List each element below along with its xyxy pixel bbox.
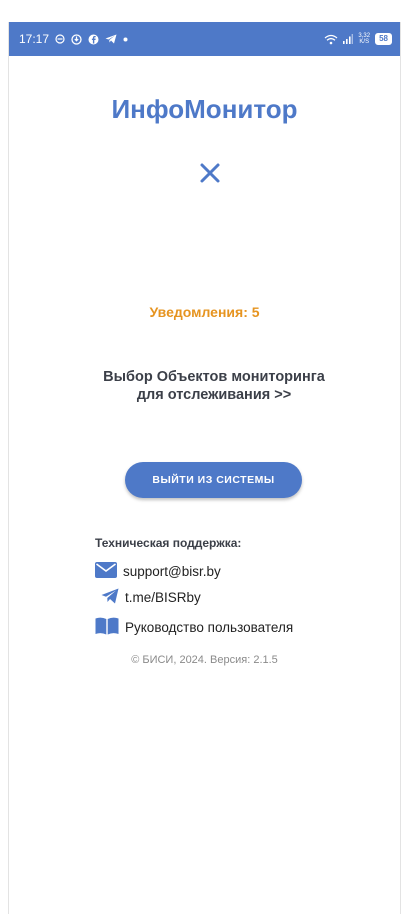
book-icon xyxy=(95,617,119,638)
battery-indicator: 58 xyxy=(375,33,392,45)
status-bar: 17:17 3,32 K/S 58 xyxy=(9,22,400,56)
status-bar-right: 3,32 K/S 58 xyxy=(324,33,392,45)
signal-icon xyxy=(343,34,354,44)
telegram-icon xyxy=(101,588,119,607)
select-monitoring-objects-link[interactable]: Выбор Объектов мониторинга для отслежива… xyxy=(69,368,359,404)
copyright-version: © БИСИ, 2024. Версия: 2.1.5 xyxy=(131,654,278,666)
network-speed: 3,32 K/S xyxy=(358,33,370,45)
select-objects-line1: Выбор Объектов мониторинга xyxy=(103,369,325,385)
clock: 17:17 xyxy=(19,32,50,46)
facebook-icon xyxy=(88,34,99,45)
vpn-icon xyxy=(71,33,82,45)
app-title: ИнфоМонитор xyxy=(111,94,298,124)
notifications-link[interactable]: Уведомления: 5 xyxy=(9,304,400,320)
network-speed-unit: K/S xyxy=(359,39,370,45)
user-guide-row[interactable]: Руководство пользователя xyxy=(95,617,293,638)
support-email-link[interactable]: support@bisr.by xyxy=(123,564,221,579)
user-guide-link[interactable]: Руководство пользователя xyxy=(125,620,293,635)
mail-icon xyxy=(95,562,117,581)
app-screen: 17:17 3,32 K/S 58 ИнфоМонитор Уведомлени… xyxy=(8,22,401,914)
notification-dot-icon xyxy=(123,37,128,42)
support-email-row[interactable]: support@bisr.by xyxy=(95,562,221,581)
telegram-status-icon xyxy=(105,34,117,44)
select-objects-line2: для отслеживания >> xyxy=(136,387,292,403)
status-bar-left: 17:17 xyxy=(19,32,128,46)
support-title: Техническая поддержка: xyxy=(95,536,242,550)
support-telegram-link[interactable]: t.me/BISRby xyxy=(125,590,201,605)
wifi-icon xyxy=(324,34,338,45)
support-telegram-row[interactable]: t.me/BISRby xyxy=(101,588,201,607)
close-icon xyxy=(200,163,220,183)
close-button[interactable] xyxy=(197,160,223,186)
logout-button[interactable]: ВЫЙТИ ИЗ СИСТЕМЫ xyxy=(125,462,302,498)
dnd-icon xyxy=(55,34,65,44)
